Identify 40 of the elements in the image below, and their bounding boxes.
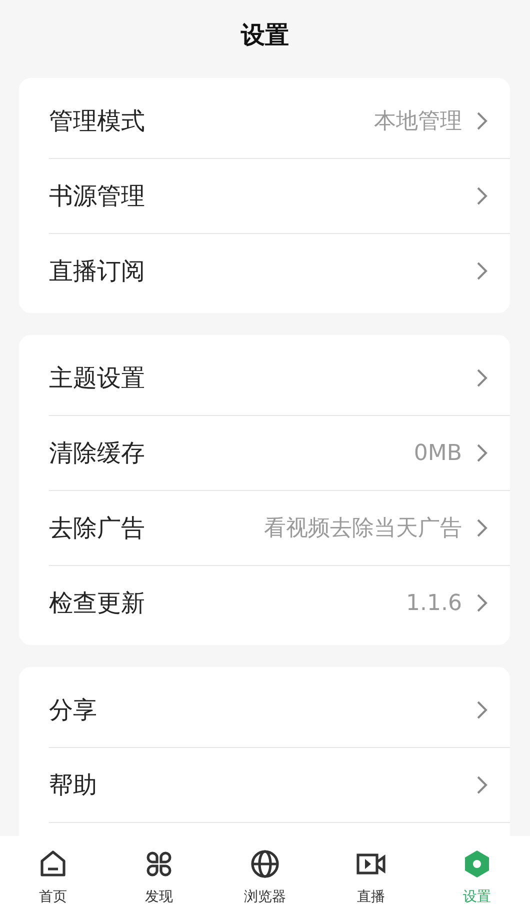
row-value: 本地管理 [374,108,462,136]
settings-row[interactable]: 去除广告 看视频去除当天广告 [49,491,510,566]
settings-row[interactable]: 直播订阅 [49,234,510,309]
chevron-right-icon [476,775,488,795]
chevron-right-icon [476,111,488,131]
settings-row[interactable]: 清除缓存 0MB [49,416,510,491]
row-label: 主题设置 [49,363,146,394]
chevron-right-icon [476,518,488,538]
chevron-right-icon [476,261,488,281]
chevron-right-icon [476,593,488,613]
home-icon [38,849,68,879]
row-label: 直播订阅 [49,256,146,287]
row-label: 检查更新 [49,588,146,619]
row-label: 书源管理 [49,181,146,212]
row-label: 帮助 [49,770,98,801]
row-value: 1.1.6 [406,590,462,616]
settings-row[interactable]: 管理模式 本地管理 [49,84,510,159]
row-label: 去除广告 [49,513,146,544]
page-title: 设置 [241,20,289,51]
tab-item[interactable]: 浏览器 [212,836,318,910]
clover-icon [144,849,174,879]
tab-item[interactable]: 直播 [318,836,424,910]
settings-row[interactable]: 分享 [49,673,510,748]
row-label: 分享 [49,695,98,726]
settings-row[interactable]: 帮助 [49,748,510,823]
settings-row[interactable]: 书源管理 [49,159,510,234]
row-label: 管理模式 [49,106,146,137]
globe-icon [250,849,280,879]
chevron-right-icon [476,368,488,388]
row-value: 0MB [414,440,462,466]
tab-item[interactable]: 首页 [0,836,106,910]
chevron-right-icon [476,443,488,463]
settings-icon [462,849,492,879]
row-value: 看视频去除当天广告 [264,515,462,543]
settings-row[interactable]: 检查更新 1.1.6 [49,566,510,641]
tab-item[interactable]: 发现 [106,836,212,910]
row-label: 清除缓存 [49,438,146,469]
chevron-right-icon [476,700,488,720]
chevron-right-icon [476,186,488,206]
settings-row[interactable]: 主题设置 [49,341,510,416]
